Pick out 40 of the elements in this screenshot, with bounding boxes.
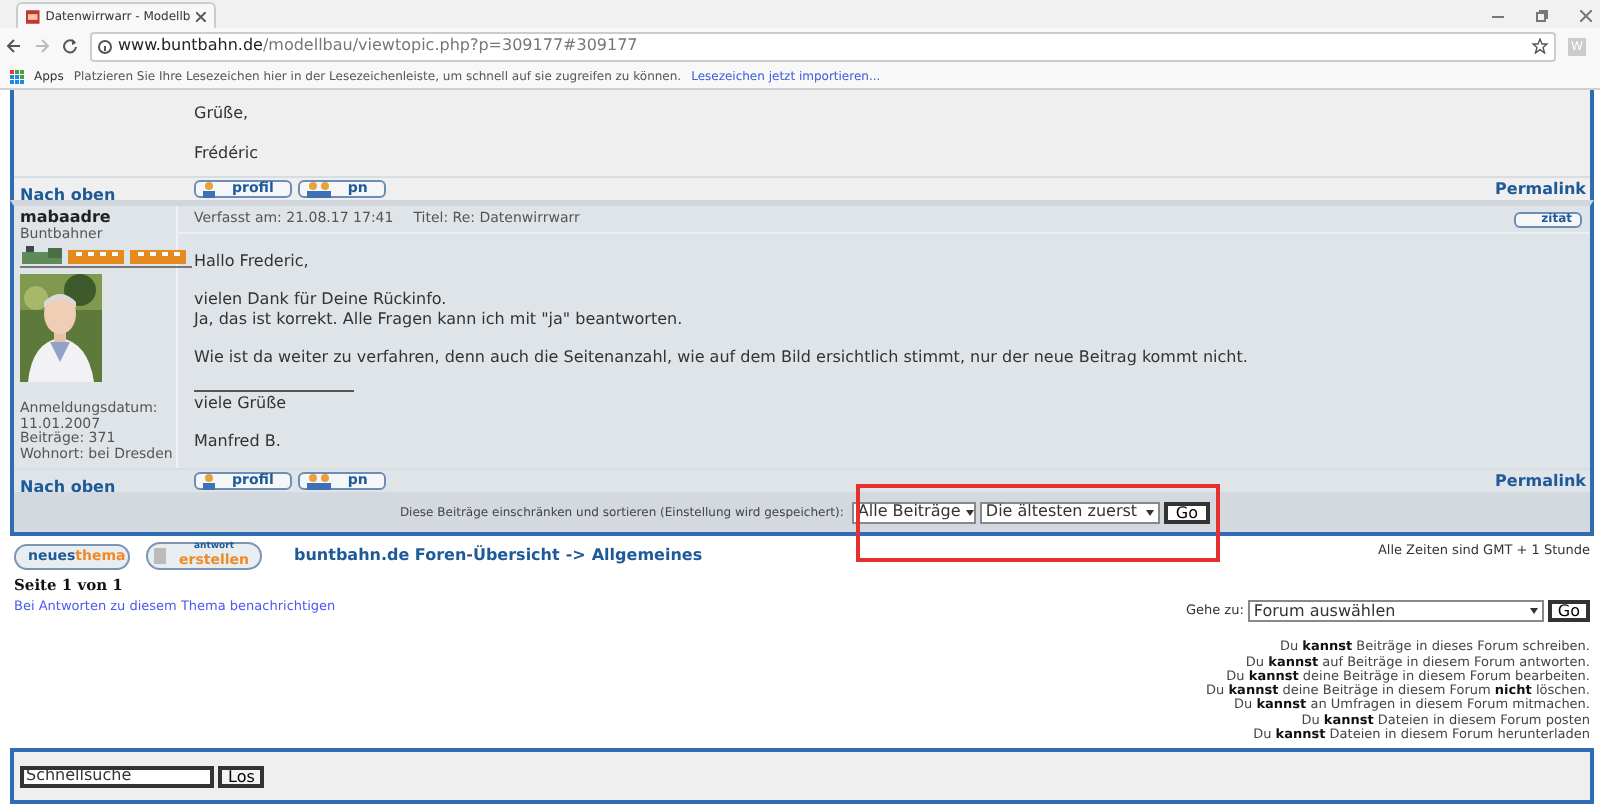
post-text: Hallo Frederic, [194, 252, 311, 272]
site-icon [26, 9, 40, 23]
info-icon [98, 39, 112, 53]
people-icon [305, 473, 332, 489]
search-button[interactable]: Los [218, 765, 265, 787]
apps-icon[interactable] [10, 69, 24, 83]
post-text: viele Grüße [194, 394, 289, 414]
jump-go-button[interactable]: Go [1547, 600, 1590, 623]
go-button[interactable]: Go [1163, 501, 1210, 523]
post-text: Frédéric [194, 141, 260, 165]
permalink[interactable]: Permalink [1495, 469, 1590, 493]
breadcrumb-separator: -> [565, 544, 586, 568]
people-icon [305, 181, 332, 197]
post-text: vielen Dank für Deine Rückinfo. [194, 290, 449, 310]
person-icon [202, 473, 216, 489]
breadcrumb-link[interactable]: buntbahn.de Foren-Übersicht [294, 544, 560, 568]
dropdown-caret-icon [1529, 608, 1538, 615]
address-field[interactable]: www.buntbahn.de/modellbau/viewtopic.php?p=309177#309177 [90, 31, 1556, 61]
back-to-top-link[interactable]: Nach oben [20, 477, 116, 495]
star-icon[interactable] [1532, 38, 1548, 54]
post-text: Grüße, [194, 101, 251, 125]
back-icon[interactable] [6, 38, 22, 54]
post-text: Ja, das ist korrekt. Alle Fragen kann ich mit "ja" beantworten. [194, 310, 685, 330]
sort-select[interactable]: Die ältesten zuerst [979, 501, 1160, 523]
reload-icon[interactable] [62, 38, 78, 54]
dropdown-caret-icon [966, 509, 975, 515]
author-name[interactable]: mabaadre [20, 210, 176, 226]
dropdown-caret-icon [1145, 509, 1154, 515]
maximize-icon[interactable] [1536, 10, 1548, 22]
person-icon [202, 181, 216, 197]
minimize-icon[interactable] [1492, 10, 1504, 22]
post-text: Wie ist da weiter zu verfahren, denn auch die Seitenanzahl, wie auf dem Bild ersichtlich stimmt, nur der neue Beitrag kommt nicht. [194, 348, 1250, 368]
close-tab-icon[interactable] [196, 11, 206, 21]
back-to-top-link[interactable]: Nach oben [20, 185, 116, 203]
document-icon [154, 548, 166, 564]
permalink[interactable]: Permalink [1495, 177, 1590, 201]
forum-select[interactable]: Forum auswählen [1247, 600, 1544, 623]
breadcrumb-link[interactable]: Allgemeines [591, 544, 703, 568]
close-icon[interactable] [1580, 10, 1592, 22]
post-text: Manfred B. [194, 432, 283, 452]
